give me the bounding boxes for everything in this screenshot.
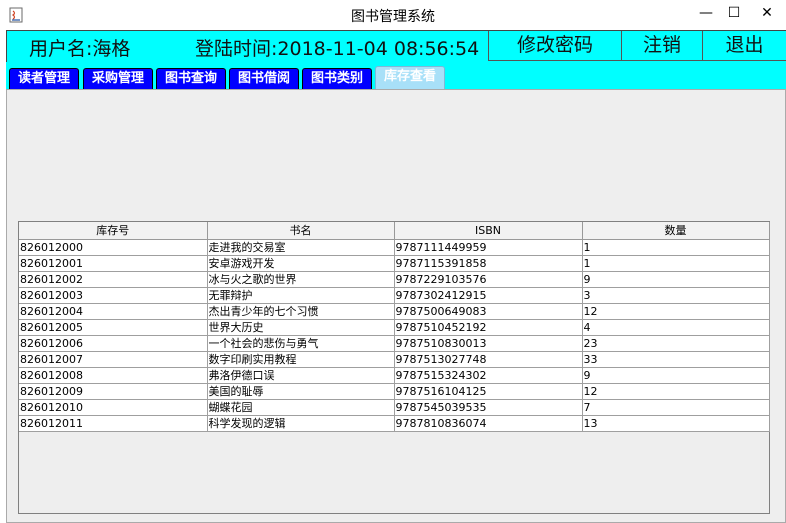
table-row[interactable]: 826012008 弗洛伊德口误 9787515324302 9 (19, 367, 770, 384)
cell-stock-id: 826012005 (19, 319, 208, 336)
cell-quantity: 3 (582, 287, 770, 304)
column-header-isbn[interactable]: ISBN (394, 222, 583, 240)
cell-title: 杰出青少年的七个习惯 (207, 303, 395, 320)
table-row[interactable]: 826012005 世界大历史 9787510452192 4 (19, 319, 770, 336)
column-header-stock-id[interactable]: 库存号 (19, 222, 208, 240)
cell-stock-id: 826012007 (19, 351, 208, 368)
table-row[interactable]: 826012011 科学发现的逻辑 9787810836074 13 (19, 415, 770, 432)
close-button[interactable]: ✕ (748, 2, 786, 24)
table-row[interactable]: 826012007 数字印刷实用教程 9787513027748 33 (19, 351, 770, 368)
table-row[interactable]: 826012002 冰与火之歌的世界 9787229103576 9 (19, 271, 770, 288)
cell-isbn: 9787115391858 (394, 255, 583, 272)
cell-title: 美国的耻辱 (207, 383, 395, 400)
cell-stock-id: 826012000 (19, 239, 208, 256)
tab-book-search[interactable]: 图书查询 (156, 68, 226, 89)
cell-title: 冰与火之歌的世界 (207, 271, 395, 288)
header-bar: 用户名:海格 登陆时间:2018-11-04 08:56:54 修改密码 注销 … (6, 30, 786, 62)
tab-inventory-view[interactable]: 库存查看 (375, 66, 445, 90)
table-row[interactable]: 826012000 走进我的交易室 9787111449959 1 (19, 239, 770, 256)
tab-book-borrow[interactable]: 图书借阅 (229, 68, 299, 89)
cell-quantity: 23 (582, 335, 770, 352)
table-row[interactable]: 826012004 杰出青少年的七个习惯 9787500649083 12 (19, 303, 770, 320)
cell-isbn: 9787516104125 (394, 383, 583, 400)
cell-isbn: 9787510830013 (394, 335, 583, 352)
cell-quantity: 4 (582, 319, 770, 336)
cell-stock-id: 826012010 (19, 399, 208, 416)
table-row[interactable]: 826012003 无罪辩护 9787302412915 3 (19, 287, 770, 304)
inventory-table-container[interactable]: 库存号 书名 ISBN 数量 826012000 走进我的交易室 978711144… (18, 221, 770, 514)
cell-isbn: 9787302412915 (394, 287, 583, 304)
cell-stock-id: 826012003 (19, 287, 208, 304)
exit-button[interactable]: 退出 (702, 31, 786, 61)
inventory-table: 库存号 书名 ISBN 数量 826012000 走进我的交易室 978711144… (19, 222, 770, 432)
cell-quantity: 1 (582, 255, 770, 272)
minimize-button[interactable]: — (692, 2, 720, 24)
tab-purchase-management[interactable]: 采购管理 (83, 68, 153, 89)
cell-isbn: 9787500649083 (394, 303, 583, 320)
cell-stock-id: 826012001 (19, 255, 208, 272)
table-row[interactable]: 826012006 一个社会的悲伤与勇气 9787510830013 23 (19, 335, 770, 352)
table-row[interactable]: 826012001 安卓游戏开发 9787115391858 1 (19, 255, 770, 272)
cell-isbn: 9787545039535 (394, 399, 583, 416)
cell-stock-id: 826012011 (19, 415, 208, 432)
login-time-label: 登陆时间:2018-11-04 08:56:54 (195, 38, 480, 60)
tab-reader-management[interactable]: 读者管理 (9, 68, 79, 89)
cell-quantity: 33 (582, 351, 770, 368)
cell-title: 安卓游戏开发 (207, 255, 395, 272)
username-label: 用户名:海格 (29, 38, 131, 60)
column-header-title[interactable]: 书名 (207, 222, 395, 240)
cell-isbn: 9787513027748 (394, 351, 583, 368)
cell-quantity: 12 (582, 383, 770, 400)
cell-title: 蝴蝶花园 (207, 399, 395, 416)
cell-isbn: 9787510452192 (394, 319, 583, 336)
maximize-button[interactable]: ☐ (720, 2, 748, 24)
window-titlebar: 图书管理系统 — ☐ ✕ (0, 0, 786, 30)
change-password-button[interactable]: 修改密码 (488, 31, 622, 61)
cell-title: 数字印刷实用教程 (207, 351, 395, 368)
cell-title: 一个社会的悲伤与勇气 (207, 335, 395, 352)
cell-title: 科学发现的逻辑 (207, 415, 395, 432)
cell-stock-id: 826012004 (19, 303, 208, 320)
table-header-row: 库存号 书名 ISBN 数量 (19, 222, 770, 240)
cell-title: 走进我的交易室 (207, 239, 395, 256)
cell-title: 弗洛伊德口误 (207, 367, 395, 384)
cell-isbn: 9787229103576 (394, 271, 583, 288)
cell-isbn: 9787810836074 (394, 415, 583, 432)
cell-title: 世界大历史 (207, 319, 395, 336)
tab-book-category[interactable]: 图书类别 (302, 68, 372, 89)
cell-quantity: 1 (582, 239, 770, 256)
cell-isbn: 9787515324302 (394, 367, 583, 384)
cell-quantity: 7 (582, 399, 770, 416)
tab-strip: 读者管理 采购管理 图书查询 图书借阅 图书类别 库存查看 (6, 62, 786, 90)
cell-quantity: 12 (582, 303, 770, 320)
table-body: 826012000 走进我的交易室 9787111449959 1 826012001 安… (19, 239, 770, 432)
cell-stock-id: 826012002 (19, 271, 208, 288)
cell-quantity: 9 (582, 271, 770, 288)
cell-stock-id: 826012006 (19, 335, 208, 352)
cell-isbn: 9787111449959 (394, 239, 583, 256)
window-title: 图书管理系统 (351, 9, 435, 25)
table-row[interactable]: 826012009 美国的耻辱 9787516104125 12 (19, 383, 770, 400)
cell-stock-id: 826012009 (19, 383, 208, 400)
cell-title: 无罪辩护 (207, 287, 395, 304)
cell-quantity: 9 (582, 367, 770, 384)
cell-quantity: 13 (582, 415, 770, 432)
logout-button[interactable]: 注销 (621, 31, 703, 61)
cell-stock-id: 826012008 (19, 367, 208, 384)
table-row[interactable]: 826012010 蝴蝶花园 9787545039535 7 (19, 399, 770, 416)
column-header-quantity[interactable]: 数量 (582, 222, 770, 240)
